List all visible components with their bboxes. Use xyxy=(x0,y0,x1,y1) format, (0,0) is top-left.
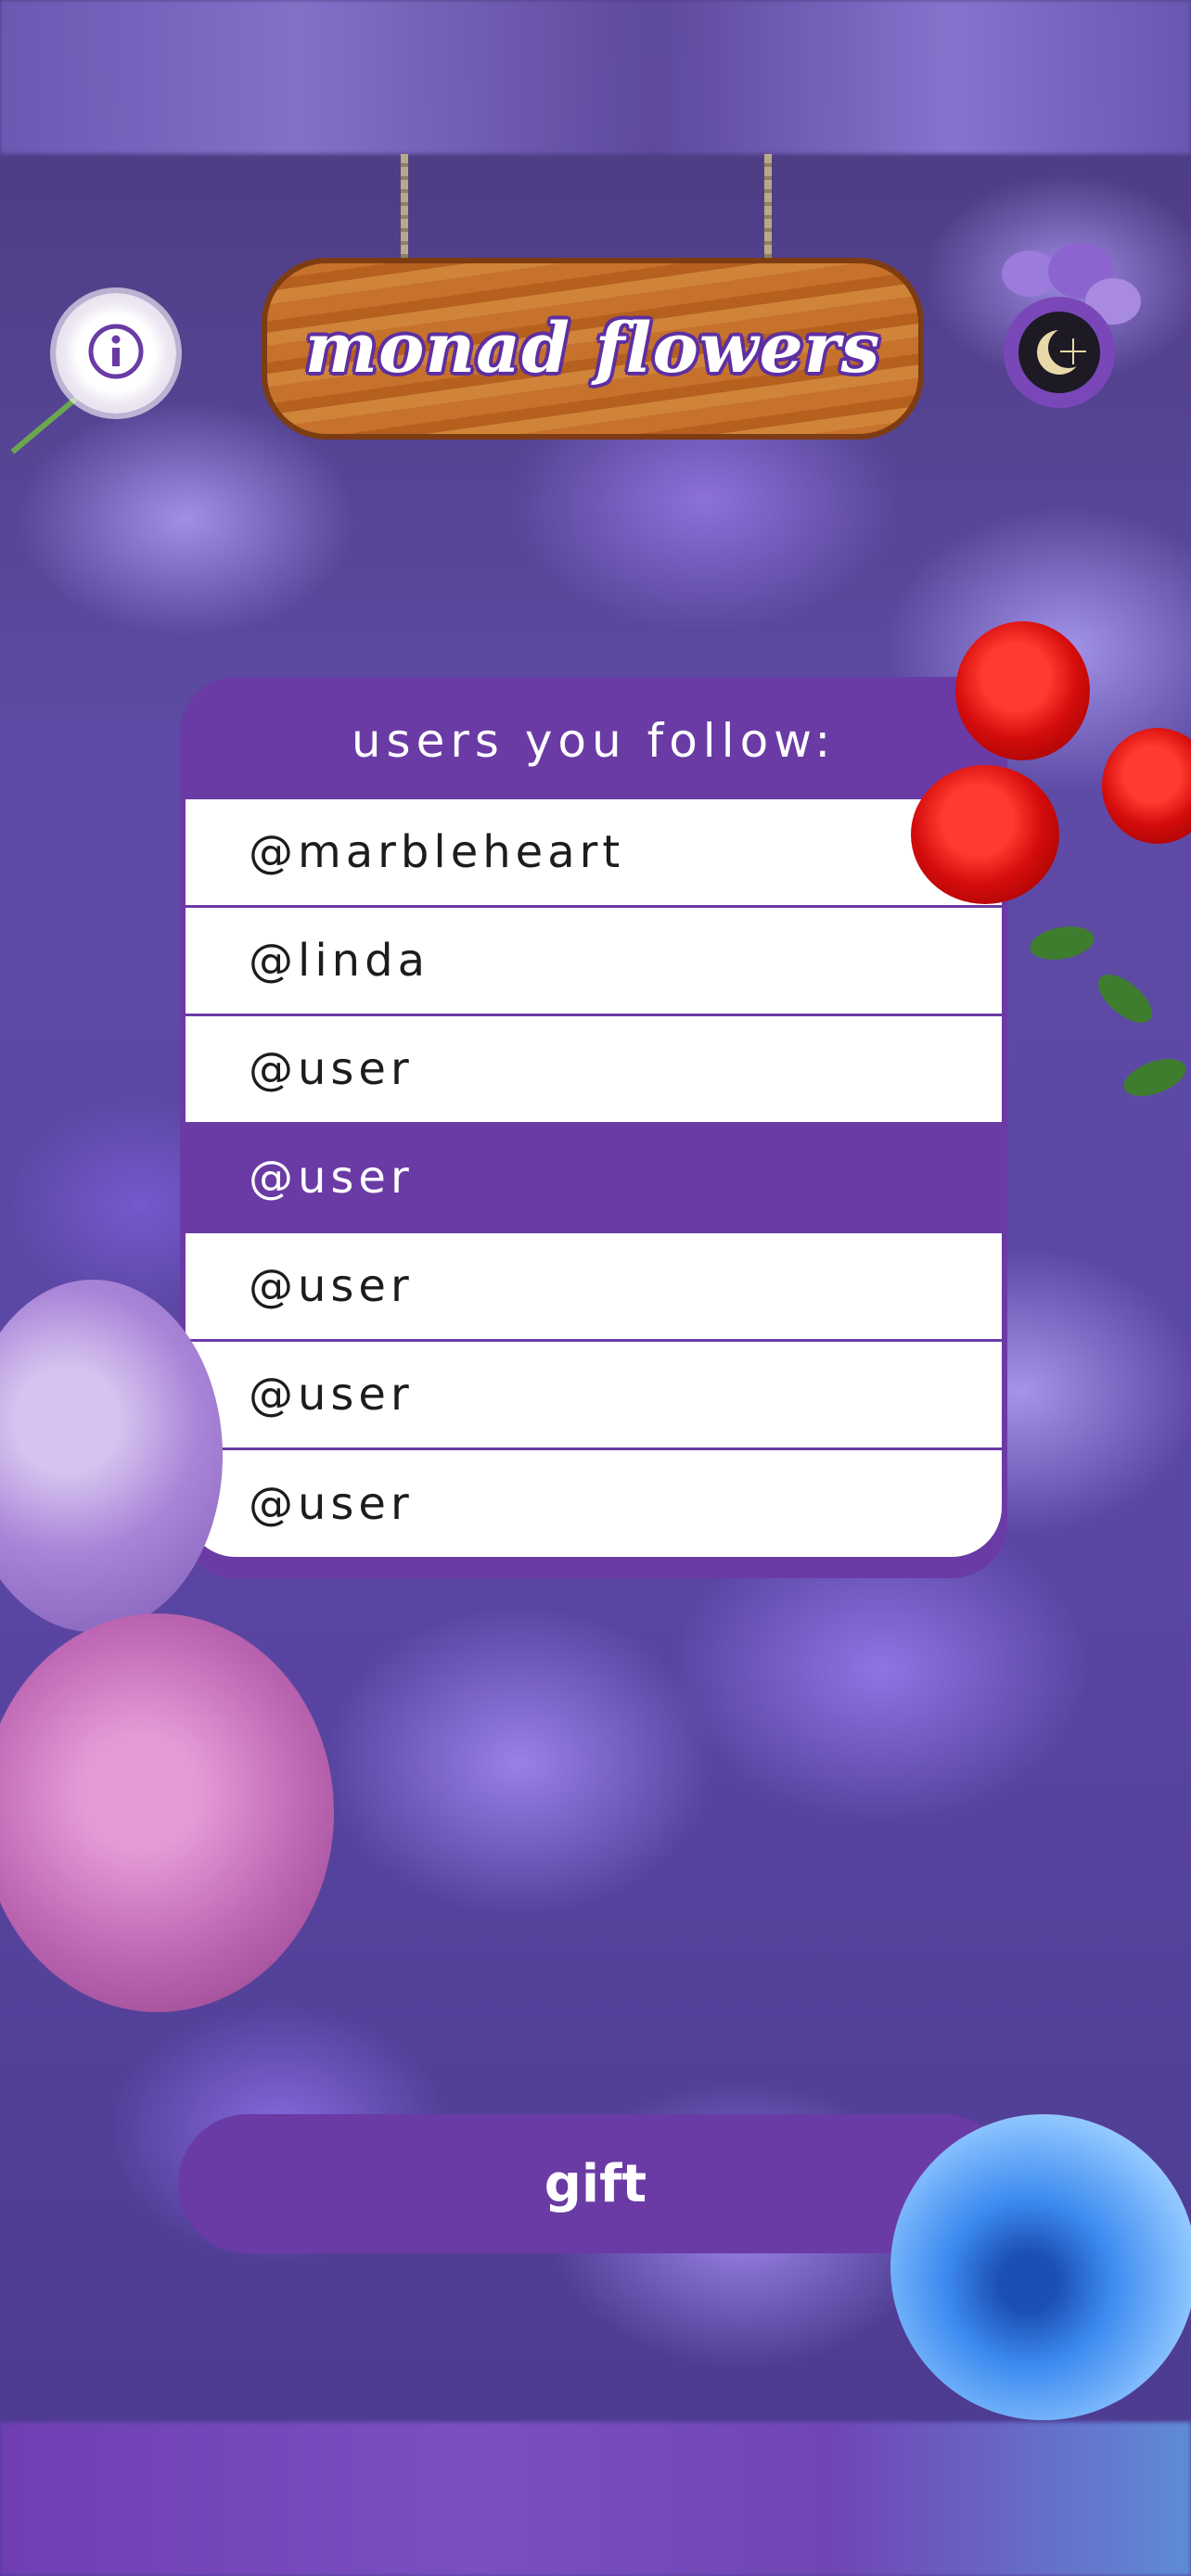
follow-list-title: users you follow: xyxy=(351,714,837,768)
info-button[interactable] xyxy=(56,293,176,414)
status-bar-area xyxy=(0,0,1191,154)
follow-list-item[interactable]: @user xyxy=(186,1450,1002,1557)
moon-sun-icon xyxy=(1018,312,1100,393)
app-title: monad flowers xyxy=(304,309,881,389)
info-icon xyxy=(86,322,146,385)
title-sign: monad flowers xyxy=(262,258,924,440)
moon-button[interactable] xyxy=(1004,297,1115,408)
bottom-bar-area xyxy=(0,2422,1191,2576)
sign-rope-right xyxy=(764,154,772,258)
sign-rope-left xyxy=(401,154,408,258)
follow-list-item[interactable]: @user xyxy=(186,1342,1002,1450)
blue-flower-decoration xyxy=(890,2114,1191,2420)
gift-button[interactable]: gift xyxy=(178,2114,1013,2253)
follow-list-item-selected[interactable]: @user xyxy=(186,1125,1002,1233)
follow-list-card: users you follow: @marbleheart @linda @u… xyxy=(180,677,1007,1578)
follow-list-item[interactable]: @user xyxy=(186,1016,1002,1125)
follow-list-item[interactable]: @user xyxy=(186,1233,1002,1342)
follow-list-item[interactable]: @linda xyxy=(186,908,1002,1016)
follow-list-item[interactable]: @marbleheart xyxy=(186,799,1002,908)
